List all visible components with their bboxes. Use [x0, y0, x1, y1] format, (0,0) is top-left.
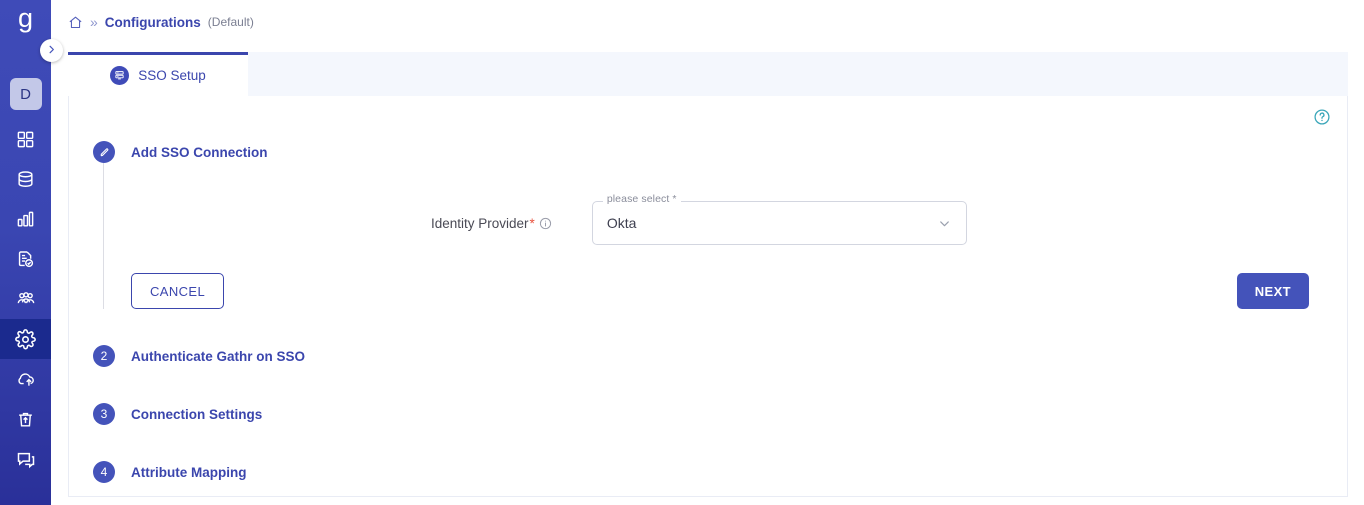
help-circle-icon[interactable]: [1313, 108, 1331, 126]
sidebar-item-dashboard[interactable]: [0, 119, 51, 159]
pencil-icon: [93, 141, 115, 163]
step-2-number: 2: [93, 345, 115, 367]
identity-provider-row: Identity Provider * please select * Okta: [131, 193, 1333, 245]
tab-sso-setup[interactable]: SSO Setup: [68, 52, 248, 96]
step-1-title: Add SSO Connection: [131, 144, 268, 160]
step-4-header[interactable]: 4 Attribute Mapping: [93, 461, 1333, 483]
chat-icon: [16, 449, 36, 469]
breadcrumb-separator: »: [90, 14, 98, 30]
step-spacer-1: [93, 309, 1333, 345]
sidebar-item-reports[interactable]: [0, 239, 51, 279]
cloud-upload-icon: [16, 369, 36, 389]
breadcrumb-subtitle: (Default): [207, 15, 254, 29]
sidebar-item-analytics[interactable]: [0, 199, 51, 239]
breadcrumb-title[interactable]: Configurations: [105, 15, 201, 30]
step-3-number: 3: [93, 403, 115, 425]
cancel-button[interactable]: CANCEL: [131, 273, 225, 309]
sidebar-item-settings[interactable]: [0, 319, 51, 359]
app-logo[interactable]: g: [0, 0, 51, 40]
step-1-body: Identity Provider * please select * Okta…: [93, 193, 1333, 309]
step-connector: [103, 163, 104, 309]
step-4-number: 4: [93, 461, 115, 483]
sidebar-item-support[interactable]: [0, 439, 51, 479]
step-add-sso-connection: Add SSO Connection Identity Provider * p…: [93, 141, 1333, 309]
database-icon: [16, 170, 35, 189]
step-1-actions: CANCEL NEXT: [131, 273, 1333, 309]
step-spacer-3: [93, 425, 1333, 461]
sidebar-item-deploy[interactable]: [0, 359, 51, 399]
step-2-header[interactable]: 2 Authenticate Gathr on SSO: [93, 345, 1333, 367]
chevron-down-icon: [937, 216, 952, 231]
users-icon: [16, 289, 36, 309]
step-connection-settings: 3 Connection Settings: [93, 403, 1333, 425]
sidebar-collapse-toggle[interactable]: [40, 39, 63, 62]
app-root: g D » Configurations (Default) SSO Setup…: [0, 0, 1364, 505]
step-2-title: Authenticate Gathr on SSO: [131, 348, 306, 364]
step-authenticate-gathr-on-sso: 2 Authenticate Gathr on SSO: [93, 345, 1333, 367]
step-1-header[interactable]: Add SSO Connection: [93, 141, 1333, 163]
sso-stepper: Add SSO Connection Identity Provider * p…: [93, 141, 1333, 483]
home-icon[interactable]: [68, 15, 83, 30]
sidebar: g D: [0, 0, 51, 505]
step-spacer-2: [93, 367, 1333, 403]
step-attribute-mapping: 4 Attribute Mapping: [93, 461, 1333, 483]
chevron-right-icon: [46, 42, 57, 60]
sidebar-avatar[interactable]: D: [9, 78, 42, 110]
identity-provider-value: Okta: [606, 215, 637, 231]
step-4-title: Attribute Mapping: [131, 464, 247, 480]
sidebar-item-users[interactable]: [0, 279, 51, 319]
step-3-title: Connection Settings: [131, 406, 263, 422]
server-stack-icon: [110, 66, 130, 85]
identity-provider-select[interactable]: Okta: [591, 201, 967, 245]
identity-provider-select-wrap: please select * Okta: [591, 193, 967, 245]
tab-strip: SSO Setup: [68, 52, 1348, 96]
sidebar-item-trash[interactable]: [0, 399, 51, 439]
trash-icon: [16, 410, 35, 429]
identity-provider-float-label: please select *: [602, 193, 681, 205]
required-asterisk: *: [529, 215, 535, 231]
tab-sso-setup-label: SSO Setup: [138, 68, 206, 83]
sidebar-item-data[interactable]: [0, 159, 51, 199]
gear-icon: [15, 328, 36, 350]
document-check-icon: [16, 250, 35, 269]
grid-icon: [16, 130, 35, 149]
next-button[interactable]: NEXT: [1236, 273, 1309, 309]
sso-setup-card: Add SSO Connection Identity Provider * p…: [68, 96, 1348, 497]
identity-provider-label-text: Identity Provider: [431, 215, 529, 231]
breadcrumb: » Configurations (Default): [68, 14, 254, 30]
info-icon[interactable]: [539, 217, 552, 230]
step-3-header[interactable]: 3 Connection Settings: [93, 403, 1333, 425]
bar-chart-icon: [16, 210, 35, 229]
identity-provider-label: Identity Provider *: [431, 216, 552, 231]
